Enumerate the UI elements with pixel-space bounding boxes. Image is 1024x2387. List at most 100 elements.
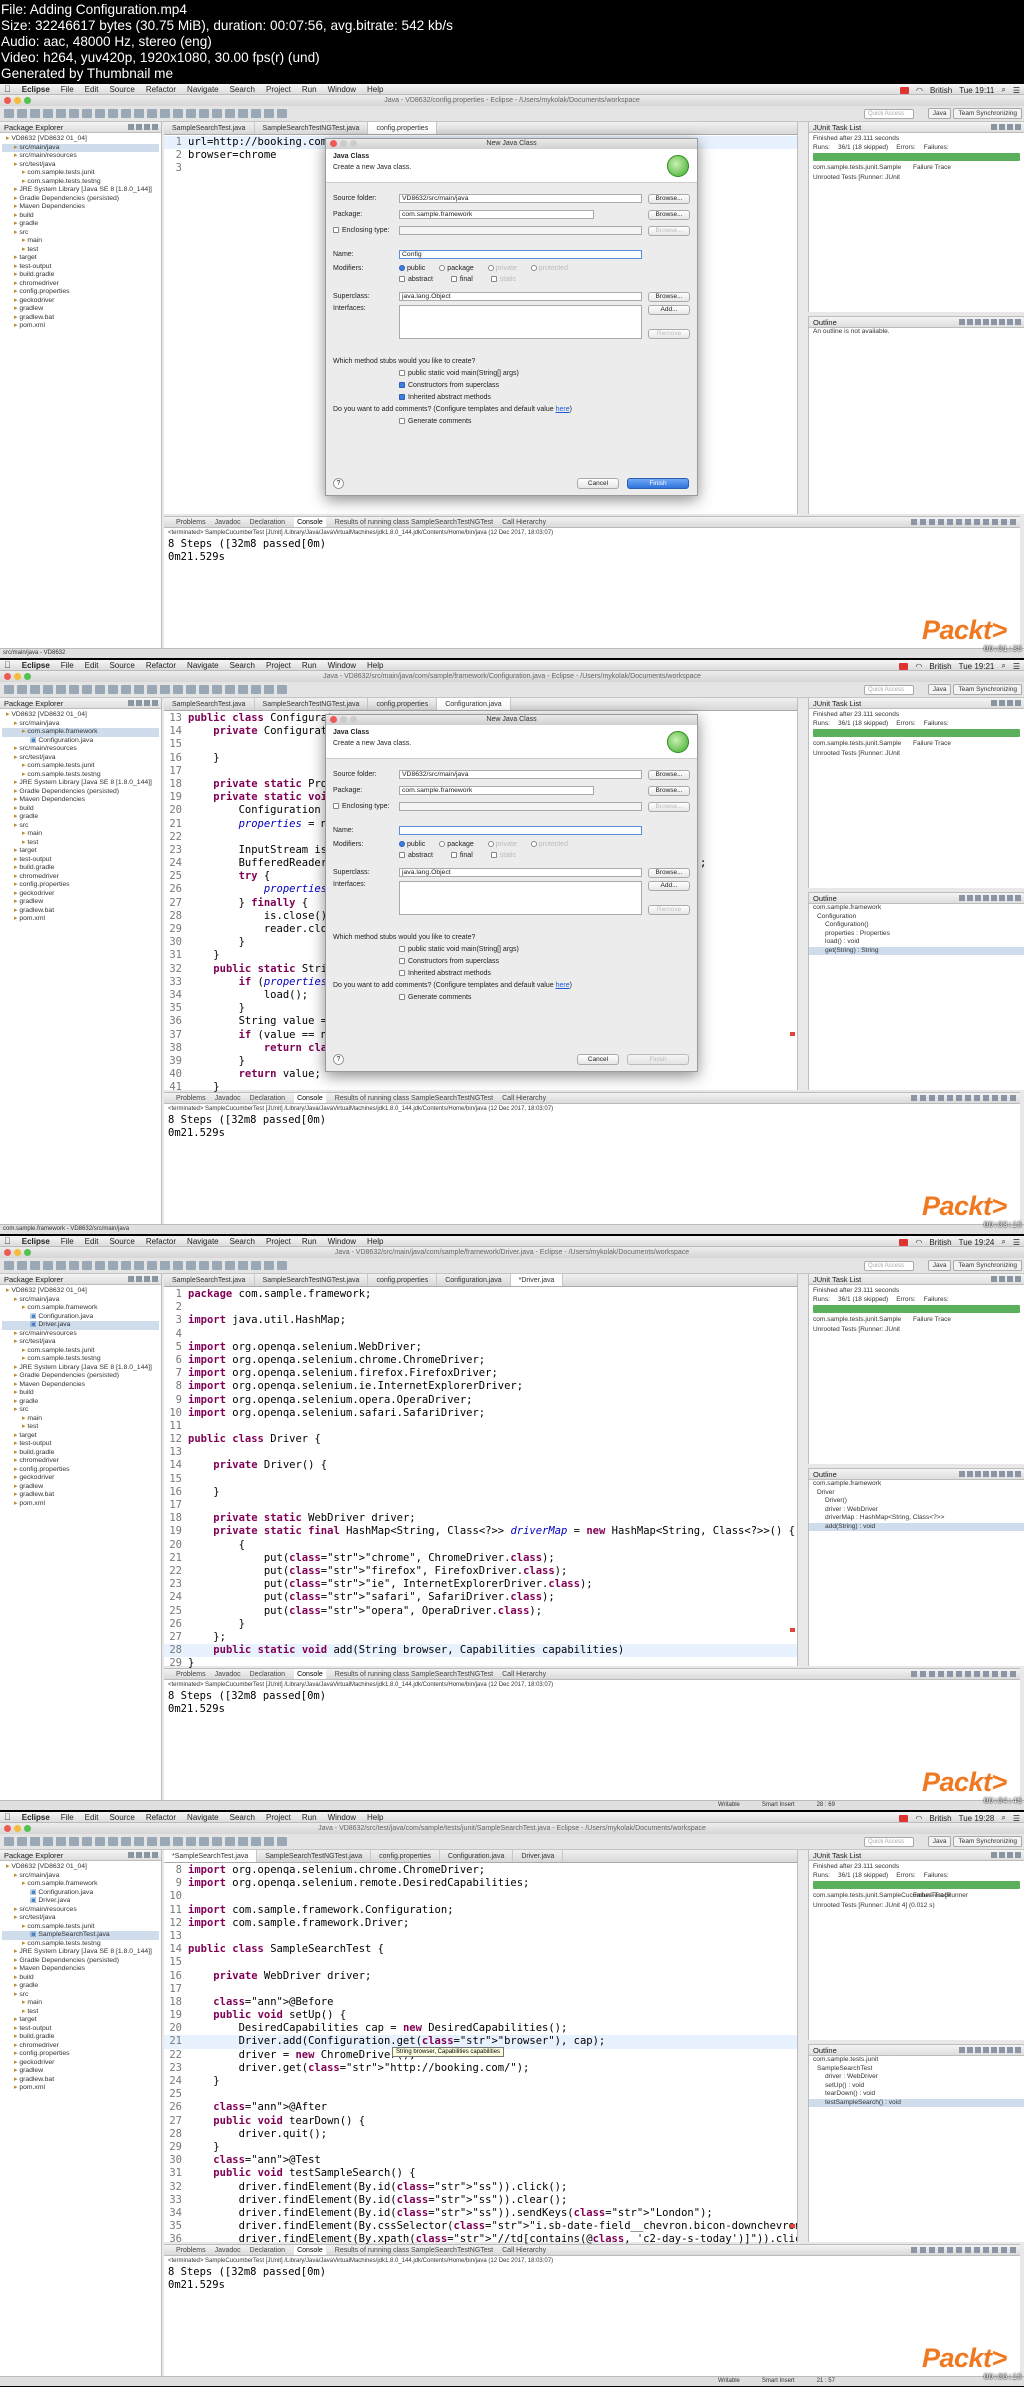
toolbar-button-icon[interactable]	[69, 109, 79, 118]
toolbar-button-icon[interactable]	[30, 1261, 40, 1270]
wifi-icon[interactable]: ◠	[915, 1814, 922, 1823]
apple-icon[interactable]: 	[4, 1236, 11, 1246]
view-control-icon[interactable]	[959, 2047, 965, 2053]
tree-item[interactable]: ▸ target	[2, 1432, 159, 1441]
toolbar-button-icon[interactable]	[134, 685, 144, 694]
console-control-icon[interactable]	[920, 1095, 926, 1101]
view-control-icon[interactable]	[999, 1852, 1005, 1858]
tree-item[interactable]: ▸ com.sample.tests.junit	[2, 762, 159, 771]
toolbar-button-icon[interactable]	[4, 1261, 14, 1270]
view-control-icon[interactable]	[999, 895, 1005, 901]
view-control-icon[interactable]	[136, 124, 142, 130]
toolbar-button-icon[interactable]	[173, 685, 183, 694]
superclass-field[interactable]: java.lang.Object	[399, 292, 642, 301]
console-control-icon[interactable]	[929, 1095, 935, 1101]
tree-item[interactable]: ▸ test-output	[2, 1440, 159, 1449]
tree-item[interactable]: ▸ geckodriver	[2, 1474, 159, 1483]
tree-item[interactable]: ▸ build	[2, 212, 159, 221]
close-window-button[interactable]	[4, 673, 11, 680]
console-control-icon[interactable]	[965, 1671, 971, 1677]
outline-item[interactable]: An outline is not available.	[809, 328, 1024, 337]
view-control-icon[interactable]	[975, 1471, 981, 1477]
clock[interactable]: Tue 19:11	[959, 86, 994, 95]
tree-item[interactable]: ▸ Gradle Dependencies (persisted)	[2, 1372, 159, 1381]
view-control-icon[interactable]	[983, 319, 989, 325]
browse-enclosing-button[interactable]: Browse...	[648, 802, 690, 812]
superclass-field[interactable]: java.lang.Object	[399, 868, 642, 877]
toolbar-button-icon[interactable]	[186, 109, 196, 118]
tree-item[interactable]: ▸ build.gradle	[2, 2033, 159, 2042]
menu-item-edit[interactable]: Edit	[85, 1237, 99, 1246]
console-tab[interactable]: Problems	[176, 1669, 206, 1679]
menu-item-search[interactable]: Search	[230, 661, 255, 670]
generate-comments-checkbox[interactable]: Generate comments	[399, 418, 471, 425]
toolbar-button-icon[interactable]	[82, 1261, 92, 1270]
junit-title[interactable]: JUnit	[813, 123, 830, 132]
tree-item[interactable]: ▸ pom.xml	[2, 2084, 159, 2093]
editor-tab[interactable]: SampleSearchTest.java	[164, 122, 255, 134]
view-control-icon[interactable]	[991, 895, 997, 901]
toolbar-button-icon[interactable]	[30, 685, 40, 694]
zoom-window-button[interactable]	[24, 1825, 31, 1832]
toolbar-button-icon[interactable]	[17, 1261, 27, 1270]
console-tab[interactable]: Console	[294, 1669, 326, 1679]
toolbar-button-icon[interactable]	[30, 109, 40, 118]
console-control-icon[interactable]	[992, 519, 998, 525]
outline-item[interactable]: load() : void	[809, 938, 1024, 947]
menu-item-source[interactable]: Source	[109, 1813, 134, 1822]
view-control-icon[interactable]	[967, 1471, 973, 1477]
console-control-icon[interactable]	[947, 1671, 953, 1677]
console-control-icon[interactable]	[929, 1671, 935, 1677]
toolbar-button-icon[interactable]	[30, 1837, 40, 1846]
console-control-icon[interactable]	[938, 519, 944, 525]
toolbar-button-icon[interactable]	[134, 109, 144, 118]
close-dialog-button[interactable]	[330, 140, 337, 147]
error-marker[interactable]	[790, 1628, 795, 1632]
view-control-icon[interactable]	[1007, 1471, 1013, 1477]
tree-item[interactable]: ▸ chromedriver	[2, 280, 159, 289]
tree-item[interactable]: ▸ build	[2, 1974, 159, 1983]
console-control-icon[interactable]	[974, 519, 980, 525]
outline-item[interactable]: driver : WebDriver	[809, 1506, 1024, 1515]
editor-tab[interactable]: *Driver.java	[510, 1274, 564, 1286]
toolbar-button-icon[interactable]	[4, 109, 14, 118]
tree-item[interactable]: ▸ gradlew.bat	[2, 314, 159, 323]
console-tab[interactable]: Problems	[176, 517, 206, 527]
tree-item[interactable]: ▸ com.sample.tests.testng	[2, 1355, 159, 1364]
console-tab[interactable]: Call Hierarchy	[502, 1093, 546, 1103]
tree-item[interactable]: ▸ gradlew.bat	[2, 907, 159, 916]
minimize-dialog-button[interactable]	[340, 716, 347, 723]
toolbar-button-icon[interactable]	[43, 109, 53, 118]
toolbar-button-icon[interactable]	[17, 109, 27, 118]
source-folder-field[interactable]: VD8632/src/main/java	[399, 194, 642, 203]
perspective-team-button[interactable]: Team Synchronizing	[953, 1260, 1022, 1271]
zoom-dialog-button[interactable]	[350, 716, 357, 723]
menu-item-window[interactable]: Window	[328, 85, 356, 94]
view-control-icon[interactable]	[975, 895, 981, 901]
tree-item[interactable]: ▸ Gradle Dependencies (persisted)	[2, 195, 159, 204]
spotlight-search-icon[interactable]: ⌕	[1001, 1813, 1005, 1823]
zoom-window-button[interactable]	[24, 1249, 31, 1256]
toolbar-button-icon[interactable]	[82, 1837, 92, 1846]
inherited-abstract-checkbox[interactable]: Inherited abstract methods	[399, 394, 491, 401]
console-control-icon[interactable]	[911, 1095, 917, 1101]
view-control-icon[interactable]	[967, 2047, 973, 2053]
console-control-icon[interactable]	[911, 1671, 917, 1677]
menu-item-search[interactable]: Search	[230, 85, 255, 94]
tree-item[interactable]: ▸ src/test/java	[2, 1914, 159, 1923]
toolbar-button-icon[interactable]	[160, 1261, 170, 1270]
tree-item[interactable]: ▸ pom.xml	[2, 322, 159, 331]
apple-icon[interactable]: 	[4, 660, 11, 670]
console-tab[interactable]: Declaration	[250, 517, 285, 527]
perspective-java-button[interactable]: Java	[927, 108, 952, 119]
console-control-icon[interactable]	[920, 1671, 926, 1677]
generate-comments-checkbox[interactable]: Generate comments	[399, 994, 471, 1001]
menu-item-refactor[interactable]: Refactor	[146, 661, 176, 670]
tree-item[interactable]: ▸ build	[2, 1389, 159, 1398]
toolbar-button-icon[interactable]	[69, 1837, 79, 1846]
toolbar-button-icon[interactable]	[43, 685, 53, 694]
enclosing-type-row[interactable]: Enclosing type:	[333, 803, 389, 810]
outline-item[interactable]: Configuration()	[809, 921, 1024, 930]
notification-list-icon[interactable]: ☰	[1013, 662, 1020, 671]
tree-item[interactable]: ▸ config.properties	[2, 1466, 159, 1475]
